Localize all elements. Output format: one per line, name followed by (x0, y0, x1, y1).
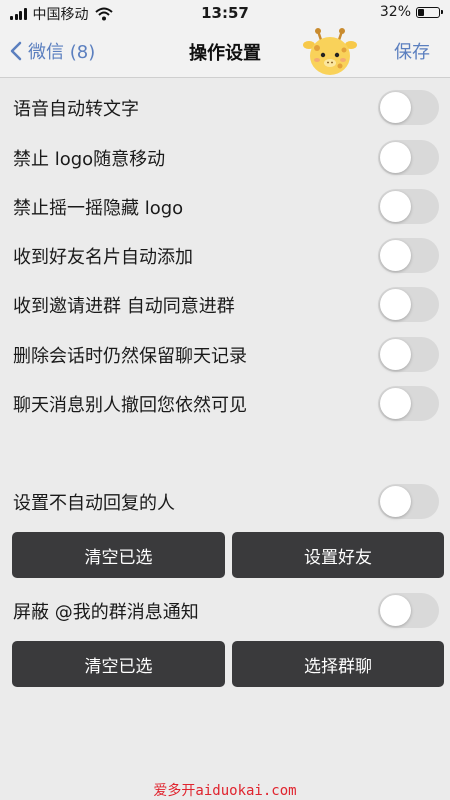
setting-label: 禁止 logo随意移动 (13, 149, 166, 170)
toggle-knob (380, 486, 411, 517)
setting-row-no-auto-reply: 设置不自动回复的人 (0, 480, 450, 520)
toggle-knob (380, 595, 411, 626)
setting-row-lock-logo: 禁止 logo随意移动 (0, 136, 450, 176)
setting-label: 收到好友名片自动添加 (13, 247, 193, 268)
toggle-knob (380, 289, 411, 320)
toggle-knob (380, 339, 411, 370)
status-bar: 中国移动 13:57 32% (0, 0, 450, 26)
clear-friends-button[interactable]: 清空已选 (12, 532, 225, 578)
auto-join-group-toggle[interactable] (378, 287, 439, 322)
battery-percent: 32% (379, 4, 411, 20)
setting-row-voice-to-text: 语音自动转文字 (0, 86, 450, 126)
set-friends-button[interactable]: 设置好友 (232, 532, 444, 578)
clear-groups-button[interactable]: 清空已选 (12, 641, 225, 687)
setting-label: 收到邀请进群 自动同意进群 (13, 296, 235, 317)
watermark-text: 爱多开aiduokai.com (153, 783, 297, 799)
mute-at-toggle[interactable] (378, 593, 439, 628)
toggle-knob (380, 240, 411, 271)
lock-logo-toggle[interactable] (378, 140, 439, 175)
voice-to-text-toggle[interactable] (378, 90, 439, 125)
toggle-knob (380, 142, 411, 173)
setting-row-auto-join-group: 收到邀请进群 自动同意进群 (0, 283, 450, 323)
setting-label: 聊天消息别人撤回您依然可见 (13, 395, 247, 416)
anti-recall-toggle[interactable] (378, 386, 439, 421)
shake-hide-logo-toggle[interactable] (378, 189, 439, 224)
page-title: 操作设置 (189, 43, 261, 64)
setting-label: 语音自动转文字 (13, 99, 139, 120)
giraffe-mascot-icon (303, 28, 357, 75)
battery-icon (416, 6, 443, 18)
setting-label: 屏蔽 @我的群消息通知 (13, 602, 199, 623)
setting-row-shake-hide-logo: 禁止摇一摇隐藏 logo (0, 185, 450, 225)
select-groups-button[interactable]: 选择群聊 (232, 641, 444, 687)
setting-label: 设置不自动回复的人 (13, 493, 175, 514)
setting-row-keep-history: 删除会话时仍然保留聊天记录 (0, 333, 450, 373)
setting-label: 禁止摇一摇隐藏 logo (13, 198, 184, 219)
battery-fill (418, 8, 424, 16)
setting-row-mute-at: 屏蔽 @我的群消息通知 (0, 589, 450, 629)
nav-bar: 微信 (8) 操作设置 保存 (0, 26, 450, 78)
setting-row-auto-add-card: 收到好友名片自动添加 (0, 234, 450, 274)
status-right: 32% (379, 4, 443, 20)
auto-add-card-toggle[interactable] (378, 238, 439, 273)
setting-row-anti-recall: 聊天消息别人撤回您依然可见 (0, 382, 450, 422)
toggle-knob (380, 191, 411, 222)
toggle-knob (380, 388, 411, 419)
no-auto-reply-toggle[interactable] (378, 484, 439, 519)
save-button[interactable]: 保存 (394, 38, 430, 64)
setting-label: 删除会话时仍然保留聊天记录 (13, 346, 247, 367)
keep-history-toggle[interactable] (378, 337, 439, 372)
toggle-knob (380, 92, 411, 123)
